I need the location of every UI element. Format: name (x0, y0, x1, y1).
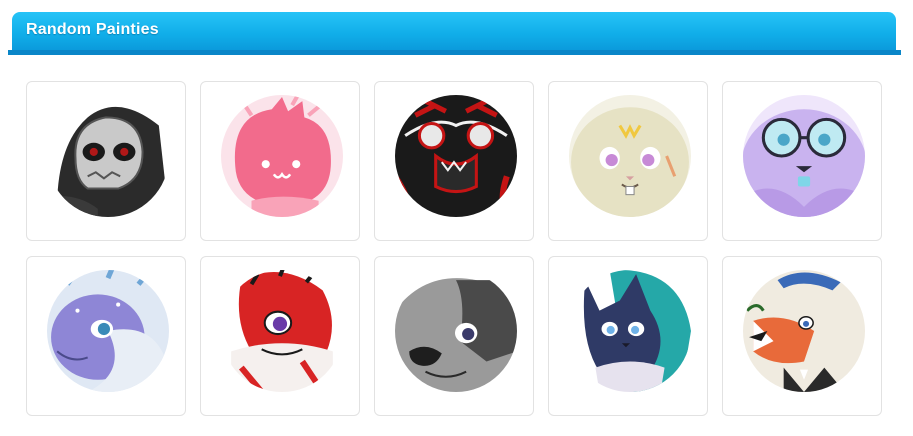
paintie-card-2[interactable] (200, 81, 360, 241)
panel-title: Random Painties (26, 21, 159, 38)
purple-glasses-creature-avatar[interactable] (743, 95, 865, 217)
paintie-card-5[interactable] (722, 81, 882, 241)
red-white-creature-avatar[interactable] (221, 270, 343, 392)
paintie-card-3[interactable] (374, 81, 534, 241)
blue-purple-dragon-avatar[interactable] (47, 270, 169, 392)
skull-mask-creature-avatar[interactable] (47, 95, 169, 217)
navy-wolf-teal-avatar[interactable] (569, 270, 691, 392)
paintie-card-10[interactable] (722, 256, 882, 416)
red-black-creature-avatar[interactable] (395, 95, 517, 217)
fox-suit-avatar[interactable] (743, 270, 865, 392)
pink-cat-avatar[interactable] (221, 95, 343, 217)
paintie-card-7[interactable] (200, 256, 360, 416)
panel-header: Random Painties (12, 12, 896, 52)
paintie-card-1[interactable] (26, 81, 186, 241)
paintie-card-6[interactable] (26, 256, 186, 416)
paintie-card-4[interactable] (548, 81, 708, 241)
grey-dog-avatar[interactable] (395, 270, 517, 392)
paintie-card-8[interactable] (374, 256, 534, 416)
cream-bunny-avatar[interactable] (569, 95, 691, 217)
paintie-card-9[interactable] (548, 256, 708, 416)
panel-header-underline (8, 50, 901, 55)
